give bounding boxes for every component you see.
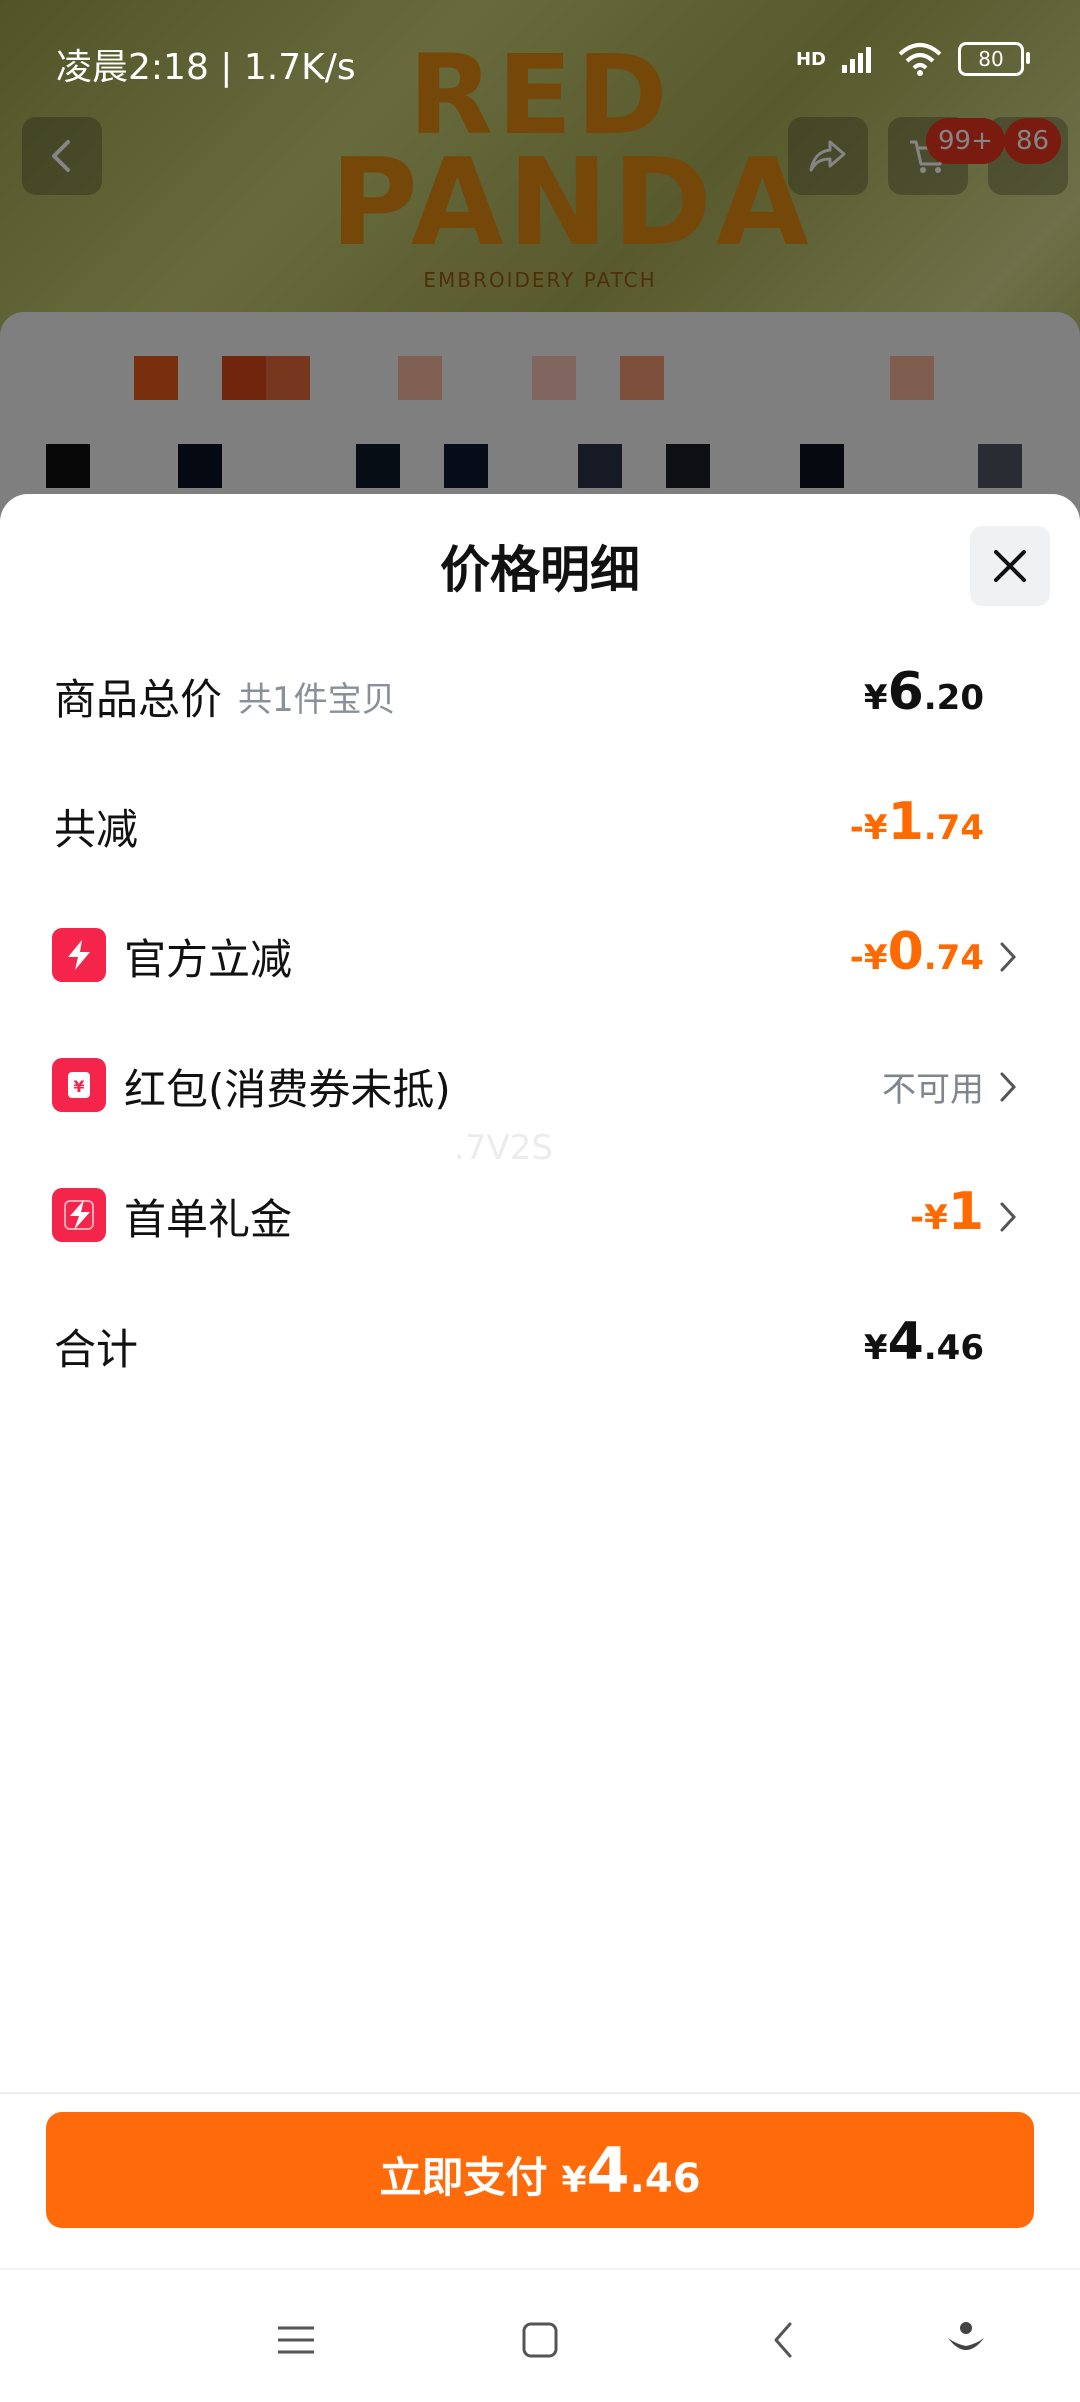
official-discount-amount: -¥ 0 .74 — [850, 922, 984, 982]
row-first-order-gift[interactable]: 首单礼金 -¥ 1 — [0, 1174, 1080, 1254]
total-discount-label: 共减 — [54, 805, 139, 854]
watermark-text: .7V2S — [454, 1128, 553, 1168]
red-packet-status: 不可用 — [882, 1070, 984, 1110]
pay-amount-integer: 4 — [586, 2134, 630, 2207]
signal-icon — [842, 47, 871, 73]
currency-symbol: ¥ — [561, 2160, 587, 2201]
first-order-gift-label: 首单礼金 — [124, 1195, 293, 1244]
row-goods-total: 商品总价 共1件宝贝 ¥ 6 .20 — [0, 654, 1080, 734]
item-count-hint: 共1件宝贝 — [238, 680, 396, 720]
price-detail-sheet: 价格明细 商品总价 共1件宝贝 ¥ 6 .20 共减 -¥ 1 .74 官方立减 — [0, 494, 1080, 2268]
amount-decimal: .74 — [923, 938, 984, 978]
home-icon[interactable] — [516, 2316, 564, 2364]
amount-decimal: .46 — [923, 1328, 984, 1368]
chevron-right-icon — [1000, 942, 1017, 972]
assistant-icon[interactable] — [942, 2316, 990, 2364]
battery-icon: 80 — [958, 42, 1030, 76]
chevron-right-icon — [1000, 1072, 1017, 1102]
goods-total-label: 商品总价 — [54, 675, 223, 724]
row-grand-total: 合计 ¥ 4 .46 — [0, 1304, 1080, 1384]
grand-total-label: 合计 — [54, 1325, 139, 1374]
amount-integer: 1 — [887, 792, 924, 852]
close-button[interactable] — [970, 526, 1050, 606]
amount-integer: 4 — [887, 1312, 924, 1372]
pay-amount-decimal: .46 — [629, 2156, 701, 2202]
total-discount-amount: -¥ 1 .74 — [850, 792, 984, 852]
network-type: HD — [795, 48, 826, 70]
red-packet-label: 红包(消费券未抵) — [124, 1065, 451, 1114]
row-total-discount: 共减 -¥ 1 .74 — [0, 784, 1080, 864]
currency-symbol: -¥ — [849, 938, 888, 978]
pay-bar: 立即支付 ¥ 4 .46 — [0, 2092, 1080, 2270]
red-packet-icon: ¥ — [52, 1058, 106, 1112]
goods-total-amount: ¥ 6 .20 — [864, 662, 984, 722]
currency-symbol: -¥ — [849, 808, 888, 848]
amount-decimal: .20 — [923, 678, 984, 718]
row-label: 商品总价 共1件宝贝 — [54, 666, 396, 727]
pay-now-button[interactable]: 立即支付 ¥ 4 .46 — [46, 2112, 1034, 2228]
amount-integer: 1 — [947, 1182, 984, 1242]
back-icon[interactable] — [760, 2316, 808, 2364]
sheet-title: 价格明细 — [440, 541, 640, 599]
currency-symbol: ¥ — [863, 678, 888, 718]
currency-symbol: ¥ — [863, 1328, 888, 1368]
wifi-icon — [898, 43, 942, 76]
grand-total-amount: ¥ 4 .46 — [864, 1312, 984, 1372]
amount-decimal: .74 — [923, 808, 984, 848]
close-icon — [994, 550, 1026, 582]
status-time: 凌晨2:18 | 1.7K/s — [56, 47, 356, 88]
currency-symbol: -¥ — [910, 1198, 948, 1238]
battery-level: 80 — [978, 47, 1004, 71]
first-order-gift-amount: -¥ 1 — [910, 1182, 984, 1242]
pay-button-content: 立即支付 ¥ 4 .46 — [379, 2134, 700, 2207]
row-red-packet[interactable]: ¥ 红包(消费券未抵) 不可用 — [0, 1044, 1080, 1124]
svg-text:¥: ¥ — [73, 1077, 84, 1096]
lightning-icon — [52, 928, 106, 982]
system-nav-bar — [0, 2268, 1080, 2402]
chevron-right-icon — [1000, 1202, 1017, 1232]
status-bar: 凌晨2:18 | 1.7K/s HD 80 — [0, 0, 1080, 96]
official-discount-label: 官方立减 — [124, 935, 293, 984]
status-icons: HD 80 — [795, 42, 1030, 76]
amount-integer: 0 — [887, 922, 924, 982]
row-official-discount[interactable]: 官方立减 -¥ 0 .74 — [0, 914, 1080, 994]
menu-icon[interactable] — [272, 2316, 320, 2364]
gift-money-icon — [52, 1188, 106, 1242]
pay-button-label: 立即支付 — [379, 2153, 548, 2202]
amount-integer: 6 — [887, 662, 924, 722]
